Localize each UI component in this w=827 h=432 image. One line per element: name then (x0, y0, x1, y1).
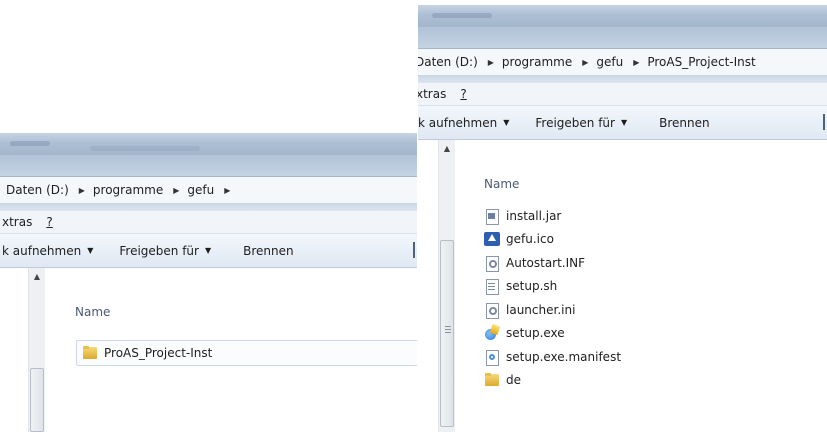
column-header-name[interactable]: Name (484, 177, 519, 191)
command-bar: k aufnehmen ▼ Freigeben für ▼ Brennen (0, 234, 417, 268)
menu-help[interactable]: ? (46, 215, 52, 229)
burn-label: Brennen (243, 243, 294, 258)
menu-help[interactable]: ? (460, 87, 466, 101)
title-blur (10, 141, 50, 146)
title-blur (432, 13, 492, 18)
breadcrumb-gefu[interactable]: gefu (596, 55, 627, 69)
burn-button[interactable]: Brennen (659, 116, 709, 130)
chevron-down-icon: ▼ (503, 118, 510, 127)
toolbar-divider (413, 242, 415, 258)
breadcrumb-gefu[interactable]: gefu (187, 183, 218, 197)
navigation-pane (0, 268, 28, 432)
breadcrumb-arrow-icon[interactable]: ▶ (173, 186, 179, 195)
burn-button[interactable]: Brennen (243, 244, 293, 258)
list-item[interactable]: gefu.ico (484, 228, 827, 252)
breadcrumb-arrow-icon[interactable]: ▶ (488, 58, 494, 67)
menu-bar: xtras ? (418, 83, 827, 106)
column-header-name[interactable]: Name (75, 305, 110, 319)
settings-file-icon (484, 302, 500, 319)
breadcrumb-drive[interactable]: Daten (D:) (418, 55, 482, 69)
file-name: setup.exe (506, 326, 565, 341)
address-gap (0, 203, 417, 211)
breadcrumb-proas-project-inst[interactable]: ProAS_Project-Inst (647, 55, 759, 69)
installer-icon (484, 325, 500, 341)
file-name: launcher.ini (506, 302, 576, 317)
breadcrumb-arrow-icon[interactable]: ▶ (582, 58, 588, 67)
chevron-down-icon: ▼ (204, 246, 212, 255)
scroll-up-arrow-icon[interactable]: ▲ (29, 272, 45, 281)
file-name: install.jar (506, 208, 562, 223)
scroll-thumb[interactable] (30, 368, 44, 432)
command-bar: k aufnehmen ▼ Freigeben für ▼ Brennen (418, 106, 827, 140)
include-in-library-label: k aufnehmen (418, 115, 498, 130)
jar-file-icon (484, 208, 500, 225)
folder-icon (484, 372, 500, 388)
menu-extras[interactable]: xtras (418, 87, 446, 101)
navigation-pane (418, 140, 438, 432)
content-pane: ▲ Name ProAS_Project-Inst (0, 268, 417, 432)
breadcrumb-programme[interactable]: programme (93, 183, 167, 197)
file-name: setup.sh (506, 279, 558, 294)
address-bar[interactable]: Daten (D:) ▶ programme ▶ gefu ▶ (0, 176, 417, 204)
title-blur (90, 146, 200, 151)
list-item[interactable]: setup.exe.manifest (484, 345, 827, 369)
file-name: de (506, 373, 521, 388)
explorer-window-proas: Daten (D:) ▶ programme ▶ gefu ▶ ProAS_Pr… (418, 5, 827, 432)
scroll-grip (445, 332, 451, 333)
title-band (0, 155, 417, 176)
list-item[interactable]: setup.exe (484, 322, 827, 346)
list-item[interactable]: install.jar (484, 204, 827, 228)
file-name: gefu.ico (506, 232, 554, 247)
file-name: setup.exe.manifest (506, 349, 622, 364)
title-bar (0, 133, 417, 155)
burn-label: Brennen (659, 115, 710, 130)
chevron-down-icon: ▼ (87, 246, 94, 255)
title-band (418, 27, 827, 48)
breadcrumb-drive[interactable]: Daten (D:) (6, 183, 73, 197)
menu-extras[interactable]: xtras (2, 215, 32, 229)
list-item[interactable]: ProAS_Project-Inst (76, 340, 417, 366)
breadcrumb: Daten (D:) ▶ programme ▶ gefu ▶ (6, 177, 238, 203)
share-with-button[interactable]: Freigeben für ▼ (535, 116, 627, 130)
address-bar[interactable]: Daten (D:) ▶ programme ▶ gefu ▶ ProAS_Pr… (418, 48, 827, 76)
nav-scrollbar[interactable]: ▲ (28, 268, 45, 432)
folder-icon (82, 345, 98, 361)
include-in-library-label: k aufnehmen (2, 243, 82, 258)
breadcrumb-arrow-icon[interactable]: ▶ (79, 186, 85, 195)
file-name: ProAS_Project-Inst (104, 346, 213, 360)
scroll-grip (445, 329, 451, 330)
include-in-library-button[interactable]: k aufnehmen ▼ (418, 116, 509, 130)
explorer-window-gefu: Daten (D:) ▶ programme ▶ gefu ▶ xtras ? … (0, 133, 417, 432)
file-name: Autostart.INF (506, 255, 586, 270)
list-item[interactable]: launcher.ini (484, 298, 827, 322)
scroll-thumb[interactable] (440, 240, 454, 427)
scroll-grip (445, 326, 451, 327)
breadcrumb: Daten (D:) ▶ programme ▶ gefu ▶ ProAS_Pr… (418, 49, 760, 75)
share-with-label: Freigeben für (535, 115, 615, 130)
manifest-file-icon (484, 349, 500, 366)
title-bar (418, 5, 827, 27)
breadcrumb-arrow-icon[interactable]: ▶ (224, 186, 230, 195)
content-pane: ▲ Name install.jar gefu.ico Autostart.IN… (418, 140, 827, 432)
breadcrumb-arrow-icon[interactable]: ▶ (633, 58, 639, 67)
share-with-button[interactable]: Freigeben für ▼ (119, 244, 211, 258)
include-in-library-button[interactable]: k aufnehmen ▼ (2, 244, 93, 258)
settings-file-icon (484, 255, 500, 272)
list-item[interactable]: setup.sh (484, 275, 827, 299)
list-item[interactable]: Autostart.INF (484, 251, 827, 275)
text-file-icon (484, 278, 500, 296)
address-gap (418, 75, 827, 83)
menu-bar: xtras ? (0, 211, 417, 234)
nav-scrollbar[interactable]: ▲ (438, 140, 455, 432)
file-list: install.jar gefu.ico Autostart.INF setup… (484, 204, 827, 392)
share-with-label: Freigeben für (119, 243, 199, 258)
breadcrumb-programme[interactable]: programme (502, 55, 576, 69)
toolbar-divider (823, 114, 825, 130)
scroll-up-arrow-icon[interactable]: ▲ (439, 144, 455, 153)
gefu-app-icon (484, 231, 500, 247)
chevron-down-icon: ▼ (620, 118, 628, 127)
list-item[interactable]: de (484, 369, 827, 393)
